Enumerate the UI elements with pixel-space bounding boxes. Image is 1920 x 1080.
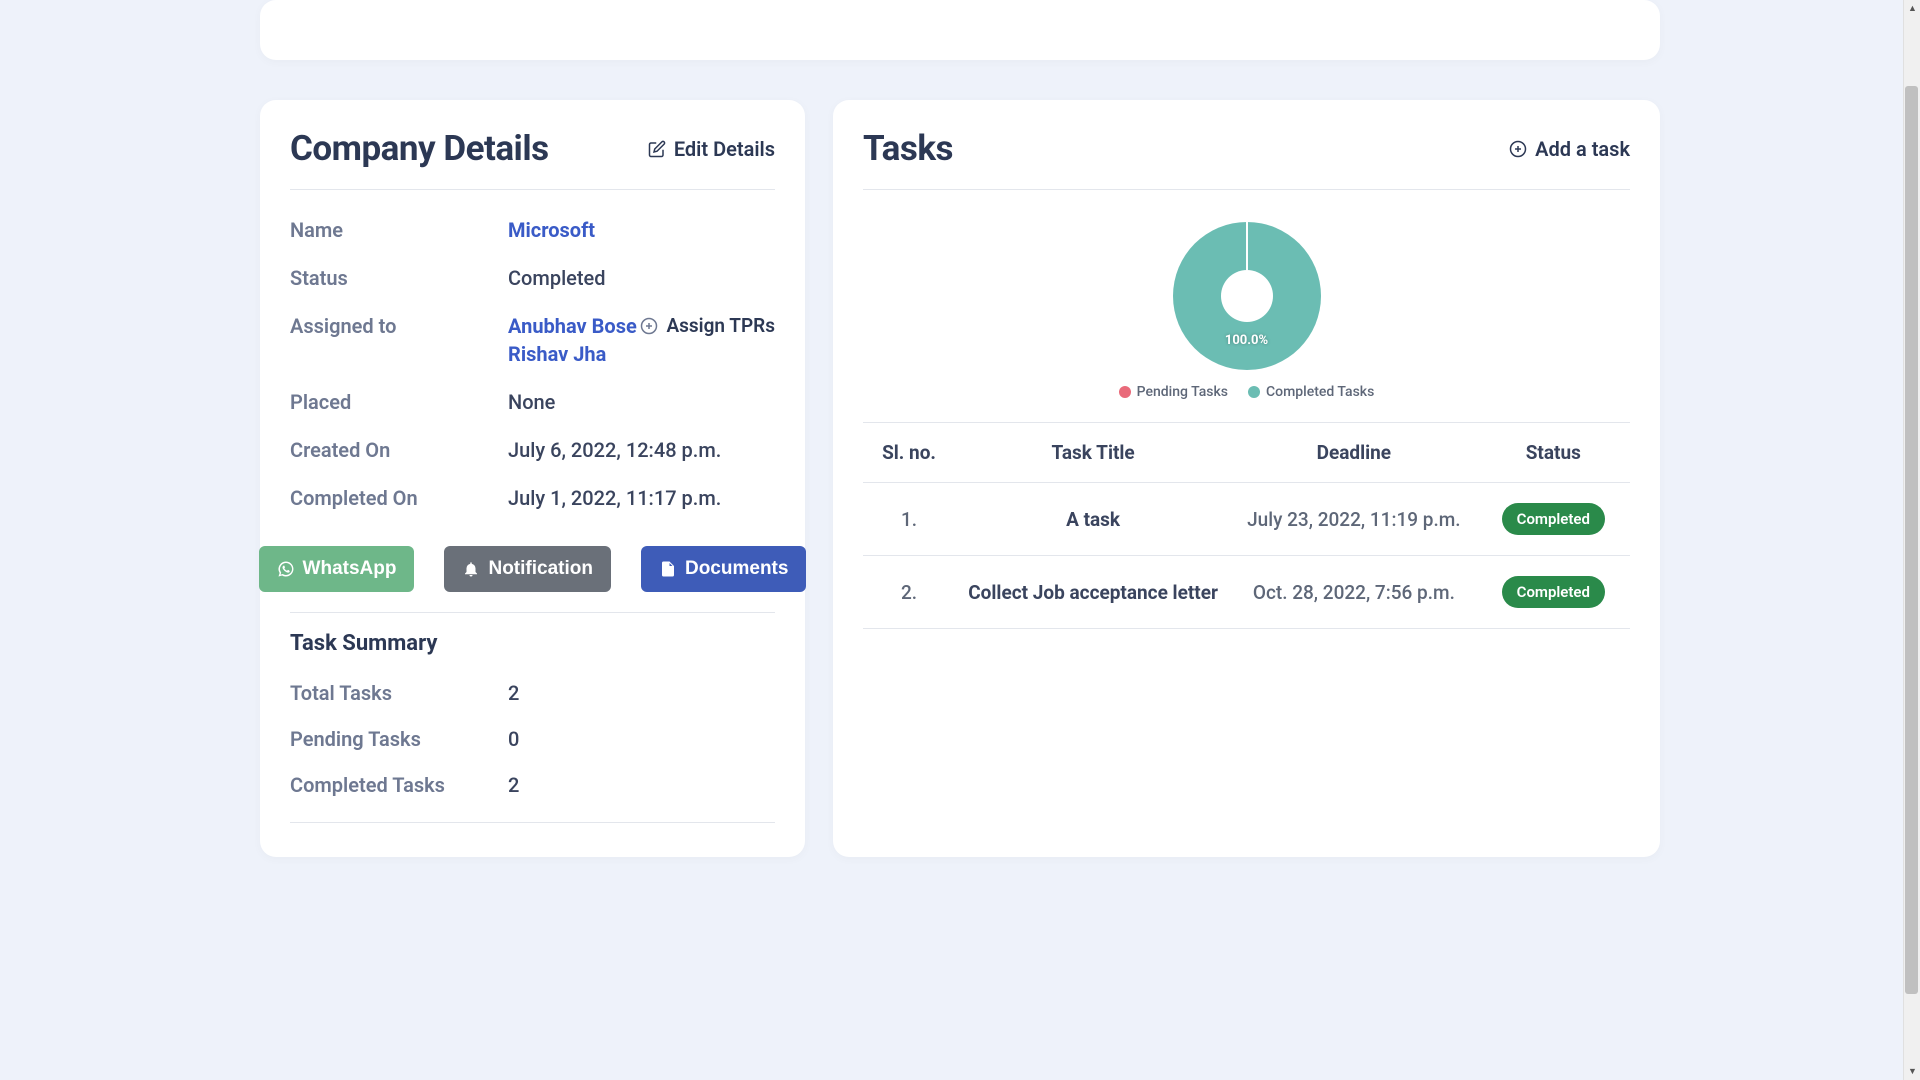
- legend-item-completed: Completed Tasks: [1248, 384, 1374, 400]
- divider: [290, 822, 775, 823]
- col-header-status: Status: [1477, 423, 1630, 483]
- completed-tasks-label: Completed Tasks: [290, 773, 508, 797]
- donut-wrap: 100.0%: [1173, 222, 1321, 370]
- placed-value: None: [508, 390, 775, 414]
- placed-label: Placed: [290, 390, 508, 414]
- add-task-label: Add a task: [1535, 137, 1630, 161]
- status-badge: Completed: [1502, 576, 1605, 608]
- table-row: 1. A task July 23, 2022, 11:19 p.m. Comp…: [863, 483, 1630, 556]
- cell-title[interactable]: Collect Job acceptance letter: [955, 556, 1231, 629]
- whatsapp-icon: [277, 560, 295, 578]
- document-icon: [659, 560, 677, 578]
- action-button-row: WhatsApp Notification Documents: [290, 522, 775, 602]
- chart-legend: Pending Tasks Completed Tasks: [1119, 384, 1375, 400]
- created-label: Created On: [290, 438, 508, 462]
- tasks-table: Sl. no. Task Title Deadline Status 1. A …: [863, 423, 1630, 629]
- top-banner-card: [260, 0, 1660, 60]
- cell-status: Completed: [1477, 556, 1630, 629]
- status-label: Status: [290, 266, 508, 290]
- detail-row-name: Name Microsoft: [290, 206, 775, 254]
- whatsapp-button[interactable]: WhatsApp: [259, 546, 415, 592]
- documents-button[interactable]: Documents: [641, 546, 806, 592]
- plus-circle-icon: [640, 317, 658, 335]
- add-task-button[interactable]: Add a task: [1509, 137, 1630, 161]
- cell-status: Completed: [1477, 483, 1630, 556]
- assign-tprs-button[interactable]: Assign TPRs: [640, 314, 775, 337]
- summary-row-pending: Pending Tasks 0: [290, 716, 775, 762]
- company-card-header: Company Details Edit Details: [290, 128, 775, 190]
- status-value: Completed: [508, 266, 775, 290]
- donut-percent-label: 100.0%: [1225, 333, 1268, 348]
- cell-title[interactable]: A task: [955, 483, 1231, 556]
- scrollbar-down-arrow-icon[interactable]: ▼: [1904, 1063, 1920, 1080]
- bell-icon: [462, 560, 480, 578]
- legend-dot-pending-icon: [1119, 386, 1131, 398]
- status-badge: Completed: [1502, 503, 1605, 535]
- legend-dot-completed-icon: [1248, 386, 1260, 398]
- donut-hole: [1221, 270, 1273, 322]
- summary-row-completed: Completed Tasks 2: [290, 762, 775, 808]
- detail-row-assigned: Assigned to Anubhav Bose Rishav Jha Assi…: [290, 302, 775, 378]
- donut-divider-line: [1246, 222, 1248, 270]
- edit-icon: [648, 140, 666, 158]
- edit-details-label: Edit Details: [674, 137, 775, 161]
- detail-row-created: Created On July 6, 2022, 12:48 p.m.: [290, 426, 775, 474]
- cell-deadline: Oct. 28, 2022, 7:56 p.m.: [1231, 556, 1476, 629]
- pending-tasks-label: Pending Tasks: [290, 727, 508, 751]
- name-label: Name: [290, 218, 508, 242]
- name-value[interactable]: Microsoft: [508, 218, 775, 242]
- documents-label: Documents: [685, 558, 788, 580]
- whatsapp-label: WhatsApp: [303, 558, 397, 580]
- legend-completed-label: Completed Tasks: [1266, 384, 1374, 400]
- company-details-card: Company Details Edit Details Name Micros…: [260, 100, 805, 857]
- tasks-card: Tasks Add a task 100.0% Pending Tasks: [833, 100, 1660, 857]
- assigned-value: Anubhav Bose Rishav Jha: [508, 314, 640, 366]
- assignee-link-2[interactable]: Rishav Jha: [508, 342, 640, 366]
- notification-label: Notification: [488, 558, 593, 580]
- completed-tasks-value: 2: [508, 773, 519, 797]
- vertical-scrollbar[interactable]: ▲ ▼: [1903, 0, 1920, 1080]
- notification-button[interactable]: Notification: [444, 546, 611, 592]
- tasks-donut-chart: 100.0% Pending Tasks Completed Tasks: [863, 206, 1630, 406]
- cell-deadline: July 23, 2022, 11:19 p.m.: [1231, 483, 1476, 556]
- summary-row-total: Total Tasks 2: [290, 670, 775, 716]
- assigned-label: Assigned to: [290, 314, 508, 338]
- edit-details-button[interactable]: Edit Details: [648, 137, 775, 161]
- scrollbar-thumb[interactable]: [1905, 86, 1918, 993]
- table-row: 2. Collect Job acceptance letter Oct. 28…: [863, 556, 1630, 629]
- legend-pending-label: Pending Tasks: [1137, 384, 1228, 400]
- divider: [290, 612, 775, 613]
- tasks-title: Tasks: [863, 128, 953, 169]
- total-tasks-label: Total Tasks: [290, 681, 508, 705]
- completed-on-value: July 1, 2022, 11:17 p.m.: [508, 486, 775, 510]
- scrollbar-up-arrow-icon[interactable]: ▲: [1904, 0, 1920, 17]
- pending-tasks-value: 0: [508, 727, 519, 751]
- legend-item-pending: Pending Tasks: [1119, 384, 1228, 400]
- detail-row-status: Status Completed: [290, 254, 775, 302]
- col-header-title: Task Title: [955, 423, 1231, 483]
- completed-on-label: Completed On: [290, 486, 508, 510]
- col-header-sl: Sl. no.: [863, 423, 955, 483]
- tasks-card-header: Tasks Add a task: [863, 128, 1630, 190]
- cell-sl: 2.: [863, 556, 955, 629]
- created-value: July 6, 2022, 12:48 p.m.: [508, 438, 775, 462]
- assign-tprs-label: Assign TPRs: [666, 314, 775, 337]
- task-summary-title: Task Summary: [290, 631, 775, 656]
- detail-row-completed: Completed On July 1, 2022, 11:17 p.m.: [290, 474, 775, 522]
- company-title: Company Details: [290, 128, 549, 169]
- col-header-deadline: Deadline: [1231, 423, 1476, 483]
- assignee-link-1[interactable]: Anubhav Bose: [508, 314, 640, 338]
- total-tasks-value: 2: [508, 681, 519, 705]
- plus-circle-icon: [1509, 140, 1527, 158]
- cell-sl: 1.: [863, 483, 955, 556]
- detail-row-placed: Placed None: [290, 378, 775, 426]
